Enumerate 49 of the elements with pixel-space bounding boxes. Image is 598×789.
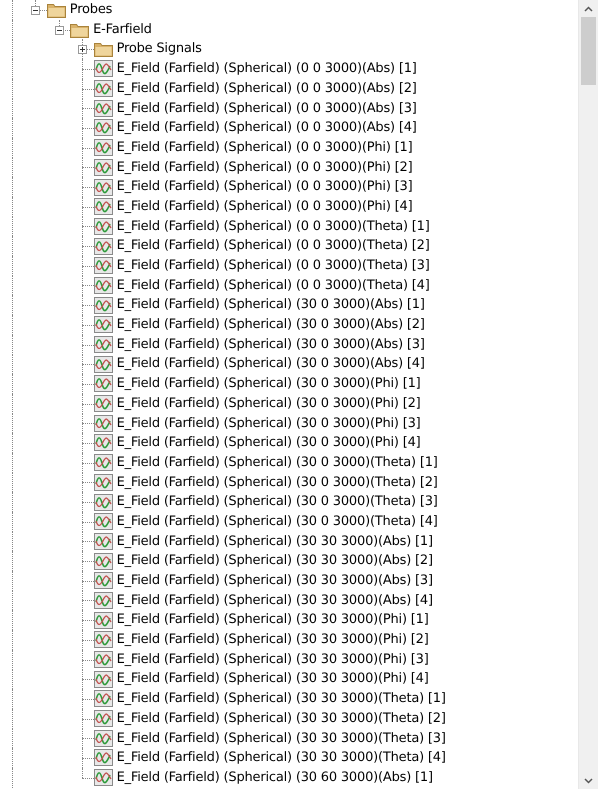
tree-item[interactable]: E_Field (Farfield) (Spherical) (0 0 3000)(Abs) [2]: [116, 78, 417, 98]
tree-item[interactable]: E_Field (Farfield) (Spherical) (30 0 3000)(Abs) [1]: [116, 295, 425, 315]
tree-item[interactable]: E_Field (Farfield) (Spherical) (30 0 3000)(Phi) [2]: [116, 394, 421, 414]
tree-item[interactable]: E_Field (Farfield) (Spherical) (30 0 3000)(Abs) [4]: [116, 354, 425, 374]
tree-item[interactable]: E_Field (Farfield) (Spherical) (30 30 3000)(Abs) [4]: [116, 590, 433, 610]
tree-item[interactable]: E_Field (Farfield) (Spherical) (30 0 3000)(Abs) [3]: [116, 334, 425, 354]
folder-icon: [70, 22, 90, 38]
tree-item[interactable]: E_Field (Farfield) (Spherical) (30 30 3000)(Phi) [2]: [116, 630, 429, 650]
tree-item[interactable]: E_Field (Farfield) (Spherical) (30 0 3000)(Phi) [3]: [116, 414, 421, 434]
tree-item[interactable]: E_Field (Farfield) (Spherical) (0 0 3000)(Theta) [1]: [116, 216, 430, 236]
tree-item[interactable]: E_Field (Farfield) (Spherical) (30 30 3000)(Phi) [3]: [116, 650, 429, 670]
tree-item[interactable]: E_Field (Farfield) (Spherical) (30 30 3000)(Abs) [1]: [116, 532, 433, 552]
tree-item[interactable]: E_Field (Farfield) (Spherical) (30 60 3000)(Abs) [1]: [116, 768, 433, 788]
tree-item[interactable]: E_Field (Farfield) (Spherical) (0 0 3000)(Theta) [4]: [116, 276, 430, 296]
tree-item[interactable]: E_Field (Farfield) (Spherical) (0 0 3000)(Abs) [3]: [116, 98, 417, 118]
tree-item[interactable]: E_Field (Farfield) (Spherical) (30 0 3000)(Phi) [1]: [116, 374, 421, 394]
scrollbar-thumb[interactable]: [581, 17, 596, 85]
tree-item[interactable]: E_Field (Farfield) (Spherical) (30 0 3000)(Theta) [1]: [116, 452, 438, 472]
tree-item[interactable]: E_Field (Farfield) (Spherical) (30 30 3000)(Abs) [3]: [116, 571, 433, 591]
tree-item[interactable]: E_Field (Farfield) (Spherical) (30 0 3000)(Phi) [4]: [116, 433, 421, 453]
tree-item[interactable]: Probe Signals: [116, 39, 202, 59]
chevron-down-icon: [584, 778, 593, 784]
tree-item[interactable]: E_Field (Farfield) (Spherical) (30 30 3000)(Phi) [4]: [116, 669, 429, 689]
tree-item[interactable]: E-Farfield: [93, 20, 152, 40]
folder-icon: [94, 41, 113, 58]
tree-item[interactable]: E_Field (Farfield) (Spherical) (30 0 3000)(Theta) [4]: [116, 512, 438, 532]
tree-item[interactable]: E_Field (Farfield) (Spherical) (0 0 3000)(Abs) [4]: [116, 118, 417, 138]
tree-item[interactable]: E_Field (Farfield) (Spherical) (30 30 3000)(Theta) [3]: [116, 728, 446, 748]
tree-item[interactable]: E_Field (Farfield) (Spherical) (30 30 3000)(Theta) [4]: [116, 748, 446, 768]
tree-item[interactable]: E_Field (Farfield) (Spherical) (0 0 3000)(Phi) [1]: [116, 138, 412, 158]
tree-item[interactable]: E_Field (Farfield) (Spherical) (30 0 3000)(Abs) [2]: [116, 315, 425, 335]
tree-item[interactable]: E_Field (Farfield) (Spherical) (0 0 3000)(Theta) [3]: [116, 256, 430, 276]
tree-item[interactable]: E_Field (Farfield) (Spherical) (30 30 3000)(Theta) [1]: [116, 689, 446, 709]
tree-item[interactable]: E_Field (Farfield) (Spherical) (30 0 3000)(Theta) [2]: [116, 472, 438, 492]
folder-icon: [46, 2, 66, 18]
chevron-up-icon: [584, 6, 593, 12]
tree-toggle[interactable]: [78, 45, 88, 54]
tree-item[interactable]: E_Field (Farfield) (Spherical) (30 30 3000)(Abs) [2]: [116, 551, 433, 571]
tree-item[interactable]: E_Field (Farfield) (Spherical) (30 0 3000)(Theta) [3]: [116, 492, 438, 512]
tree-item[interactable]: E_Field (Farfield) (Spherical) (0 0 3000)(Phi) [3]: [116, 177, 412, 197]
tree-toggle[interactable]: [31, 6, 40, 15]
tree-toggle[interactable]: [54, 26, 64, 35]
tree-item[interactable]: E_Field (Farfield) (Spherical) (0 0 3000)(Phi) [4]: [116, 196, 412, 216]
tree-item[interactable]: E_Field (Farfield) (Spherical) (0 0 3000)(Theta) [2]: [116, 236, 430, 256]
tree-item[interactable]: Probes: [70, 0, 112, 20]
tree-item[interactable]: E_Field (Farfield) (Spherical) (0 0 3000)(Phi) [2]: [116, 158, 412, 178]
tree-item[interactable]: E_Field (Farfield) (Spherical) (30 30 3000)(Theta) [2]: [116, 708, 446, 728]
tree-item[interactable]: E_Field (Farfield) (Spherical) (30 30 3000)(Phi) [1]: [116, 610, 429, 630]
tree-item[interactable]: E_Field (Farfield) (Spherical) (0 0 3000)(Abs) [1]: [116, 59, 417, 79]
